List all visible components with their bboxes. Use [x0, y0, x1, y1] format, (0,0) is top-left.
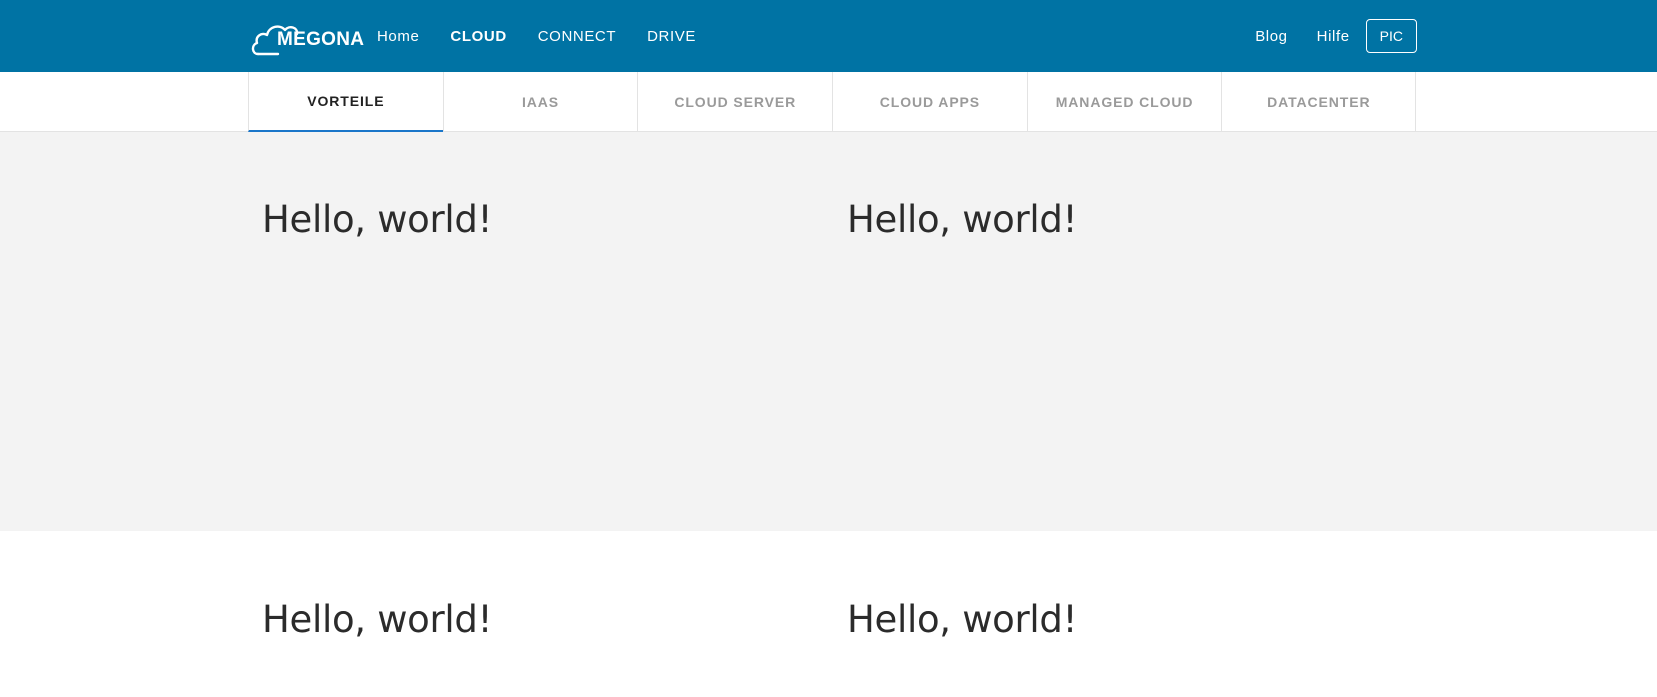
- feature-section-2: Hello, world! Hello, world!: [0, 531, 1657, 697]
- main-nav: Home CLOUD CONNECT DRIVE: [377, 0, 727, 72]
- tab-iaas[interactable]: IAAS: [442, 72, 638, 132]
- nav-hilfe[interactable]: Hilfe: [1317, 28, 1350, 45]
- section-2-left-heading: Hello, world!: [262, 598, 493, 641]
- tab-managed-cloud[interactable]: MANAGED CLOUD: [1026, 72, 1222, 132]
- section-1-right-heading: Hello, world!: [847, 198, 1078, 241]
- nav-drive[interactable]: DRIVE: [647, 28, 696, 45]
- nav-connect[interactable]: CONNECT: [538, 28, 616, 45]
- section-1-left-heading: Hello, world!: [262, 198, 493, 241]
- nav-blog[interactable]: Blog: [1255, 28, 1287, 45]
- top-navbar: MEGONA Home CLOUD CONNECT DRIVE Blog Hil…: [0, 0, 1657, 72]
- section-2-right-heading: Hello, world!: [847, 598, 1078, 641]
- megona-logo[interactable]: MEGONA: [250, 14, 364, 58]
- tab-cloud-server[interactable]: CLOUD SERVER: [637, 72, 832, 132]
- pic-button[interactable]: PIC: [1365, 19, 1417, 53]
- tab-cloud-apps[interactable]: CLOUD APPS: [832, 72, 1027, 132]
- feature-section-1: Hello, world! Hello, world!: [0, 132, 1657, 531]
- pic-button-label: PIC: [1379, 28, 1403, 44]
- nav-cloud[interactable]: CLOUD: [450, 28, 506, 45]
- logo-text: MEGONA: [277, 29, 365, 50]
- sub-navbar: VORTEILE IAAS CLOUD SERVER CLOUD APPS MA…: [0, 72, 1657, 132]
- tab-vorteile[interactable]: VORTEILE: [248, 72, 443, 132]
- tab-datacenter[interactable]: DATACENTER: [1221, 72, 1417, 132]
- tab-bar: VORTEILE IAAS CLOUD SERVER CLOUD APPS MA…: [248, 72, 1417, 132]
- secondary-nav: Blog Hilfe PIC: [1226, 0, 1417, 72]
- nav-home[interactable]: Home: [377, 28, 419, 45]
